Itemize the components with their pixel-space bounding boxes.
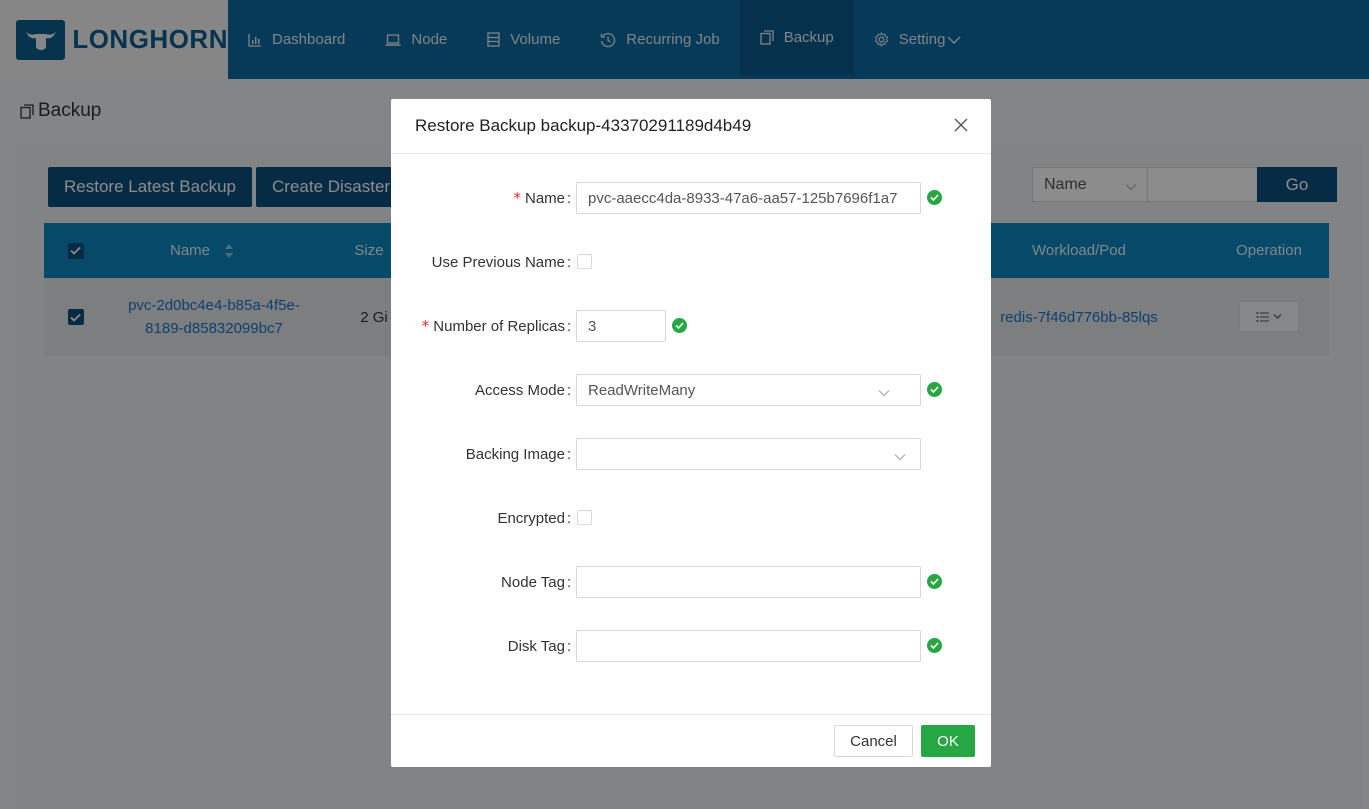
form-row-use-previous-name: Use Previous Name: [391,246,991,280]
form-row-node-tag: Node Tag: [391,566,991,600]
disk-tag-label: Disk Tag: [507,637,572,655]
name-label: * Name: [513,189,572,207]
form-row-disk-tag: Disk Tag: [391,630,991,664]
replicas-input[interactable]: 3 [576,310,666,342]
access-mode-select[interactable]: ReadWriteMany [576,374,921,406]
cancel-button[interactable]: Cancel [834,725,913,757]
backing-image-select[interactable] [576,438,921,470]
form-row-name: * Name: pvc-aaecc4da-8933-47a6-aa57-125b7… [391,182,991,216]
ok-button[interactable]: OK [921,725,975,757]
dialog-title: Restore Backup backup-43370291189d4b49 [415,116,752,135]
check-circle-icon [927,574,942,589]
disk-tag-select[interactable] [576,630,921,662]
backing-image-label: Backing Image: [465,445,572,463]
check-circle-icon [927,638,942,653]
replicas-label: * Number of Replicas: [421,317,572,335]
access-mode-label: Access Mode: [474,381,572,399]
check-circle-icon [927,382,942,397]
node-tag-label: Node Tag: [501,573,572,591]
form-row-access-mode: Access Mode: ReadWriteMany [391,374,991,408]
restore-backup-dialog: Restore Backup backup-43370291189d4b49 *… [391,99,991,767]
dialog-footer: Cancel OK [391,714,991,767]
check-circle-icon [672,318,687,333]
use-previous-name-checkbox[interactable] [577,254,592,269]
check-circle-icon [927,190,942,205]
required-marker: * [421,317,430,335]
dialog-header: Restore Backup backup-43370291189d4b49 [391,99,991,154]
required-marker: * [513,189,521,207]
form-row-encrypted: Encrypted: [391,502,991,536]
chevron-down-icon [878,385,890,402]
form-row-replicas: * Number of Replicas: 3 [391,310,991,344]
close-icon[interactable] [953,117,971,135]
name-input[interactable]: pvc-aaecc4da-8933-47a6-aa57-125b7696f1a7 [576,182,921,214]
encrypted-label: Encrypted: [497,509,572,527]
use-previous-name-label: Use Previous Name: [431,253,572,271]
encrypted-checkbox[interactable] [577,510,592,525]
form-row-backing-image: Backing Image: [391,438,991,472]
chevron-down-icon [894,449,906,466]
node-tag-select[interactable] [576,566,921,598]
